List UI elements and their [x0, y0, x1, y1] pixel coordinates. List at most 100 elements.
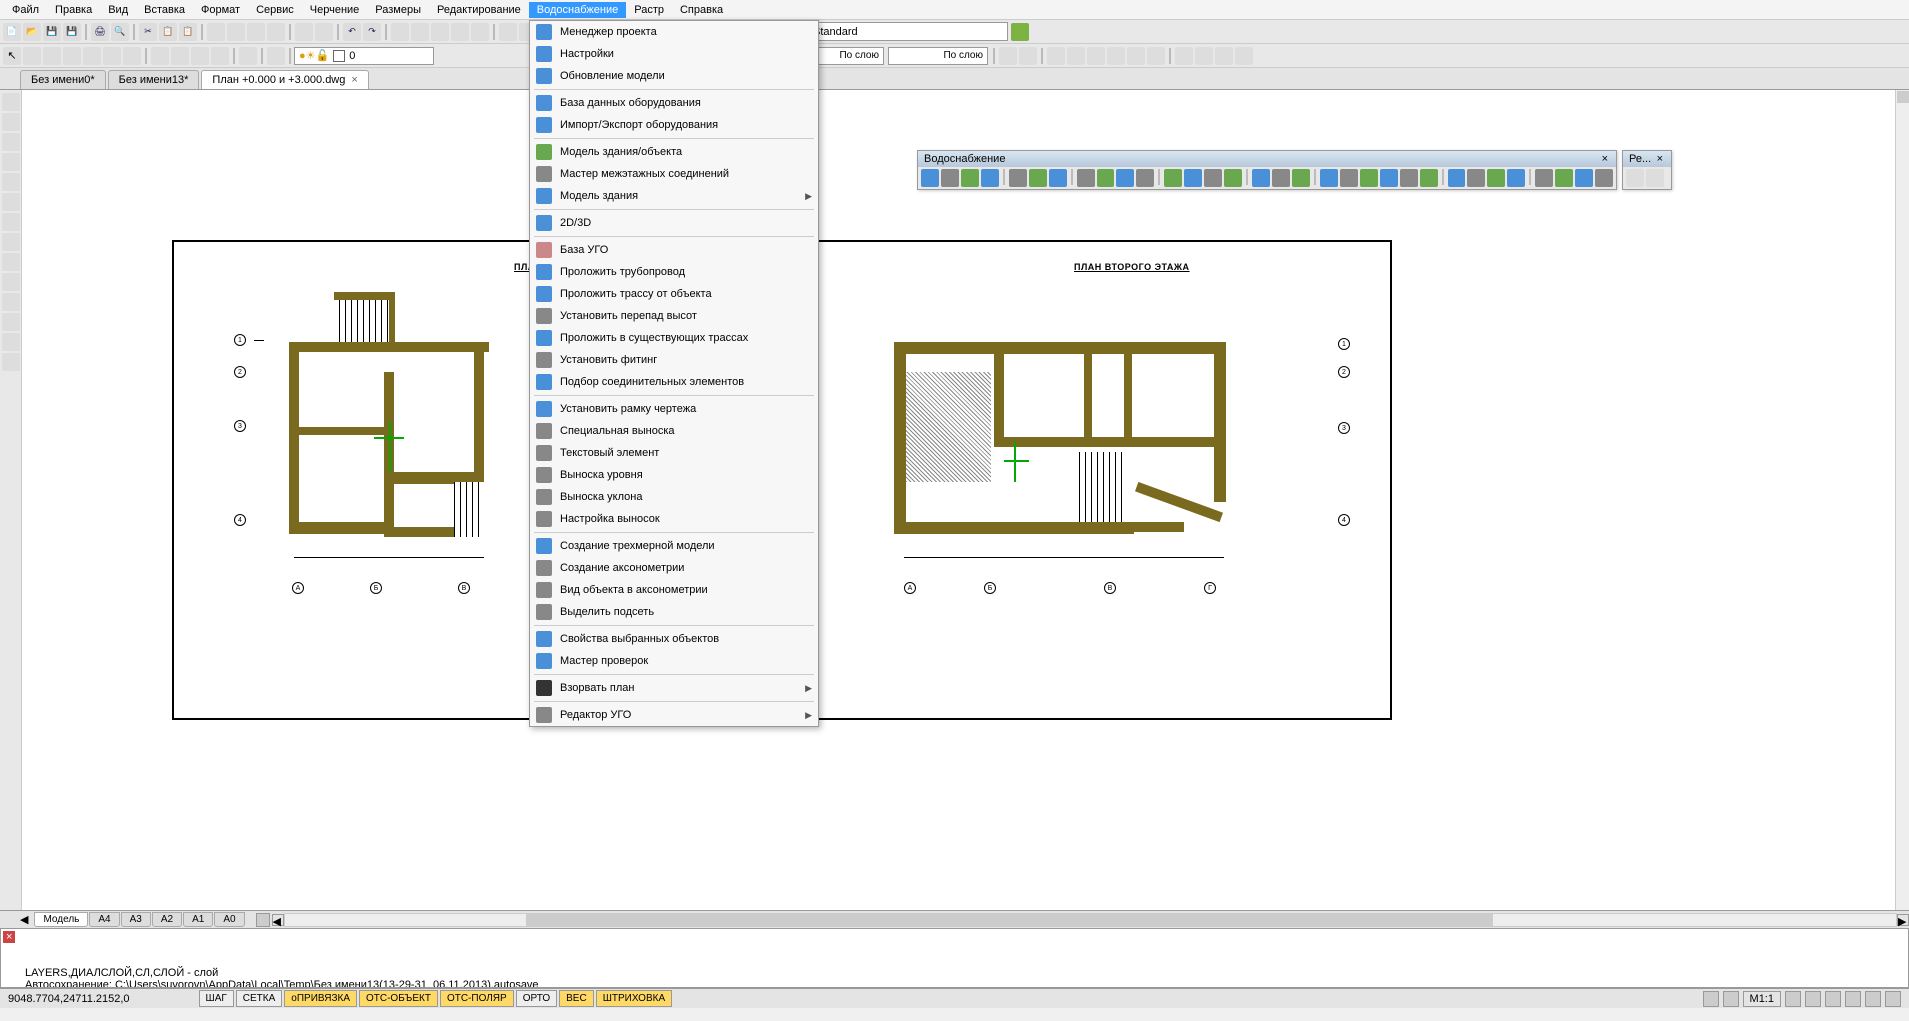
- water-tool-icon[interactable]: [1595, 169, 1613, 187]
- menu-item[interactable]: Редактирование: [429, 2, 529, 18]
- status-toggle[interactable]: оПРИВЯЗКА: [284, 990, 357, 1007]
- tool-icon[interactable]: [1195, 47, 1213, 65]
- paper-icon[interactable]: [1723, 991, 1739, 1007]
- menu-item[interactable]: Размеры: [367, 2, 429, 18]
- menu-item[interactable]: Формат: [193, 2, 248, 18]
- tool-icon[interactable]: [43, 47, 61, 65]
- tool-icon[interactable]: [1127, 47, 1145, 65]
- textstyle-combo[interactable]: [808, 22, 1008, 41]
- zoom-window-icon[interactable]: [431, 23, 449, 41]
- polyline-icon[interactable]: [2, 113, 20, 131]
- menu-item[interactable]: Установить рамку чертежа: [530, 398, 818, 420]
- tool-icon[interactable]: [1047, 47, 1065, 65]
- point-icon[interactable]: [2, 313, 20, 331]
- menu-item[interactable]: Мастер проверок: [530, 650, 818, 672]
- menu-item[interactable]: Редактор УГО▶: [530, 704, 818, 726]
- water-tool-icon[interactable]: [1049, 169, 1067, 187]
- menu-item[interactable]: Вид: [100, 2, 136, 18]
- water-tool-icon[interactable]: [1420, 169, 1438, 187]
- menu-item[interactable]: Файл: [4, 2, 47, 18]
- layout-tab[interactable]: А0: [214, 912, 244, 927]
- layout-tab[interactable]: Модель: [34, 912, 88, 927]
- menu-item[interactable]: Проложить в существующих трассах: [530, 327, 818, 349]
- menu-item[interactable]: Сервис: [248, 2, 302, 18]
- water-tool-icon[interactable]: [1224, 169, 1242, 187]
- floating-toolbar-water[interactable]: Водоснабжение ×: [917, 150, 1617, 190]
- command-window[interactable]: × LAYERS,ДИАЛСЛОЙ,СЛ,СЛОЙ - слой Автосох…: [0, 928, 1909, 988]
- rect-icon[interactable]: [2, 173, 20, 191]
- scroll-left-icon[interactable]: ◀: [20, 913, 28, 926]
- menu-item[interactable]: Справка: [672, 2, 731, 18]
- status-toggle[interactable]: ВЕС: [559, 990, 594, 1007]
- scale-display[interactable]: М1:1: [1743, 991, 1781, 1007]
- redo-icon[interactable]: ↷: [363, 23, 381, 41]
- status-toggle[interactable]: ШТРИХОВКА: [596, 990, 672, 1007]
- menu-item[interactable]: Создание аксонометрии: [530, 557, 818, 579]
- close-icon[interactable]: ×: [3, 931, 15, 943]
- text-icon[interactable]: [2, 253, 20, 271]
- tool-icon[interactable]: [1865, 991, 1881, 1007]
- water-tool-icon[interactable]: [1400, 169, 1418, 187]
- menu-item[interactable]: Импорт/Экспорт оборудования: [530, 114, 818, 136]
- menu-item[interactable]: Подбор соединительных элементов: [530, 371, 818, 393]
- water-tool-icon[interactable]: [1360, 169, 1378, 187]
- menu-item[interactable]: База УГО: [530, 239, 818, 261]
- menu-item[interactable]: База данных оборудования: [530, 92, 818, 114]
- menu-item[interactable]: Создание трехмерной модели: [530, 535, 818, 557]
- save-icon[interactable]: 💾: [43, 23, 61, 41]
- line-icon[interactable]: [2, 93, 20, 111]
- copy-icon[interactable]: 📋: [159, 23, 177, 41]
- status-toggle[interactable]: ОРТО: [516, 990, 557, 1007]
- hatch-icon[interactable]: [2, 233, 20, 251]
- tool-icon[interactable]: [999, 47, 1017, 65]
- water-tool-icon[interactable]: [1029, 169, 1047, 187]
- water-tool-icon[interactable]: [1252, 169, 1270, 187]
- vertical-scrollbar[interactable]: [1895, 90, 1909, 910]
- menu-item[interactable]: Водоснабжение: [529, 2, 626, 18]
- layer-combo[interactable]: 0: [349, 50, 355, 62]
- tool-icon[interactable]: [171, 47, 189, 65]
- tool-icon[interactable]: [211, 47, 229, 65]
- water-tool-icon[interactable]: [1077, 169, 1095, 187]
- close-icon[interactable]: ×: [351, 74, 357, 86]
- menu-item[interactable]: Взорвать план▶: [530, 677, 818, 699]
- water-tool-icon[interactable]: [1575, 169, 1593, 187]
- zoom-extents-icon[interactable]: [451, 23, 469, 41]
- menu-item[interactable]: Правка: [47, 2, 100, 18]
- zoom-out-icon[interactable]: [471, 23, 489, 41]
- tool-icon[interactable]: [1805, 991, 1821, 1007]
- tool-icon[interactable]: [2, 353, 20, 371]
- menu-item[interactable]: Проложить трубопровод: [530, 261, 818, 283]
- scroll-right-icon[interactable]: ▶: [1897, 914, 1909, 926]
- water-tool-icon[interactable]: [1136, 169, 1154, 187]
- tool-icon[interactable]: [1785, 991, 1801, 1007]
- select-icon[interactable]: ↖: [3, 47, 21, 65]
- status-toggle[interactable]: СЕТКА: [236, 990, 283, 1007]
- menu-item[interactable]: Выноска уклона: [530, 486, 818, 508]
- scroll-up-icon[interactable]: [1897, 91, 1909, 103]
- preview-icon[interactable]: 🔍: [111, 23, 129, 41]
- water-tool-icon[interactable]: [941, 169, 959, 187]
- menu-item[interactable]: Черчение: [302, 2, 368, 18]
- water-tool-icon[interactable]: [1009, 169, 1027, 187]
- scroll-left-icon[interactable]: ◀: [272, 914, 284, 926]
- saveall-icon[interactable]: 💾: [63, 23, 81, 41]
- tool-icon[interactable]: [227, 23, 245, 41]
- status-toggle[interactable]: ОТС-ОБЪЕКТ: [359, 990, 438, 1007]
- menu-item[interactable]: Установить перепад высот: [530, 305, 818, 327]
- status-toggle[interactable]: ШАГ: [199, 990, 234, 1007]
- status-toggle[interactable]: ОТС-ПОЛЯР: [440, 990, 514, 1007]
- open-icon[interactable]: 📂: [23, 23, 41, 41]
- water-tool-icon[interactable]: [1467, 169, 1485, 187]
- close-icon[interactable]: ×: [1655, 153, 1665, 165]
- block-icon[interactable]: [2, 293, 20, 311]
- menu-item[interactable]: 2D/3D: [530, 212, 818, 234]
- water-tool-icon[interactable]: [1555, 169, 1573, 187]
- water-tool-icon[interactable]: [1272, 169, 1290, 187]
- tool-icon[interactable]: [1067, 47, 1085, 65]
- tool-icon[interactable]: [1175, 47, 1193, 65]
- tool-icon[interactable]: [151, 47, 169, 65]
- menu-item[interactable]: Модель здания▶: [530, 185, 818, 207]
- water-tool-icon[interactable]: [1116, 169, 1134, 187]
- horizontal-scrollbar[interactable]: [284, 913, 1897, 927]
